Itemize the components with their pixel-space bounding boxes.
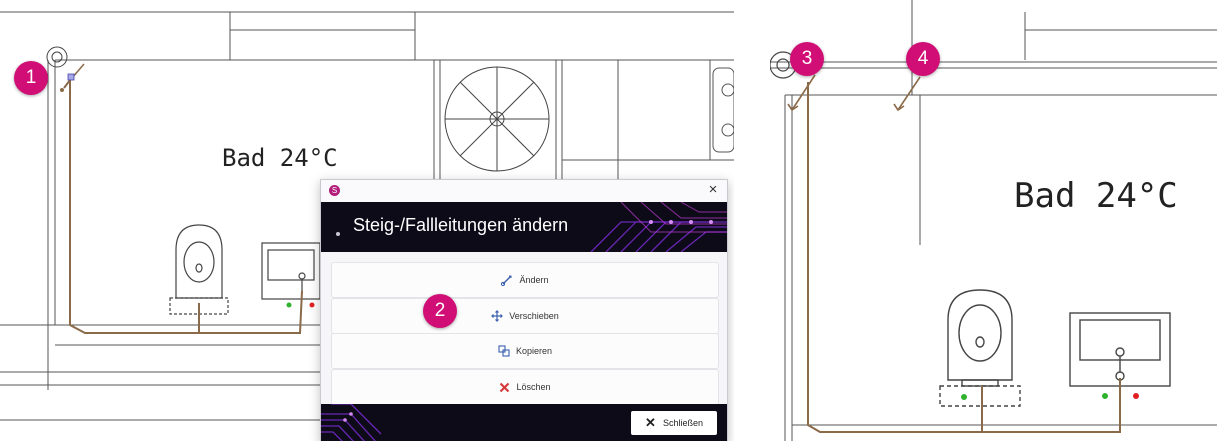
close-dialog-button[interactable]: ✕ Schließen xyxy=(631,411,717,435)
copy-button-label: Kopieren xyxy=(515,346,553,356)
change-button[interactable]: Ändern xyxy=(331,262,719,298)
right-floor-plan: Bad 24°C 3 4 xyxy=(770,0,1217,441)
dialog-titlebar: S × xyxy=(321,180,727,202)
dialog-title: Steig-/Fallleitungen ändern xyxy=(353,215,569,235)
sink-symbol xyxy=(261,242,321,300)
close-icon[interactable]: × xyxy=(705,181,721,199)
header-dot-icon xyxy=(336,232,340,236)
toilet-symbol xyxy=(169,224,229,315)
change-button-label: Ändern xyxy=(519,275,549,285)
step-marker-4: 4 xyxy=(906,42,940,76)
right-plan-drawing xyxy=(770,0,1217,441)
appliance-symbols xyxy=(712,67,734,153)
move-button[interactable]: Verschieben xyxy=(331,298,719,334)
edit-pipe-icon xyxy=(501,274,513,286)
room-label: Bad 24°C xyxy=(222,144,338,172)
copy-icon xyxy=(498,345,510,357)
delete-button[interactable]: Löschen xyxy=(331,369,719,405)
step-marker-2: 2 xyxy=(423,294,457,328)
delete-button-label: Löschen xyxy=(516,382,551,392)
modify-risers-dialog: S × Steig-/Fallleitungen ändern Ändern V… xyxy=(320,179,728,441)
toilet-symbol-right xyxy=(939,289,1021,407)
dialog-footer: ✕ Schließen xyxy=(321,404,727,441)
delete-icon xyxy=(499,382,510,393)
step-marker-1: 1 xyxy=(14,61,48,95)
fan-symbol xyxy=(444,66,550,172)
left-floor-plan: Bad 24°C 1 2 S × Steig-/Fallleitungen än… xyxy=(0,0,734,441)
move-button-label: Verschieben xyxy=(509,311,559,321)
dialog-header: Steig-/Fallleitungen ändern xyxy=(321,202,727,252)
close-x-icon: ✕ xyxy=(645,415,656,430)
app-logo-icon: S xyxy=(329,185,340,196)
sink-symbol-right xyxy=(1069,312,1171,387)
move-icon xyxy=(491,310,504,322)
room-label-right: Bad 24°C xyxy=(1014,176,1178,216)
copy-button[interactable]: Kopieren xyxy=(331,333,719,369)
pipe-routing xyxy=(63,77,303,334)
step-marker-3: 3 xyxy=(790,42,824,76)
shaft-symbol xyxy=(46,46,68,68)
close-dialog-button-label: Schließen xyxy=(662,418,703,428)
